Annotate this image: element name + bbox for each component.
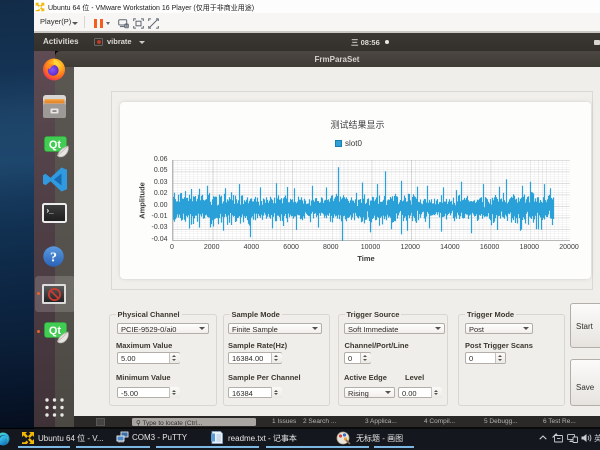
svg-text:Qt: Qt (48, 139, 61, 151)
svg-text:?: ? (50, 250, 57, 265)
svg-text:Qt: Qt (48, 325, 61, 337)
